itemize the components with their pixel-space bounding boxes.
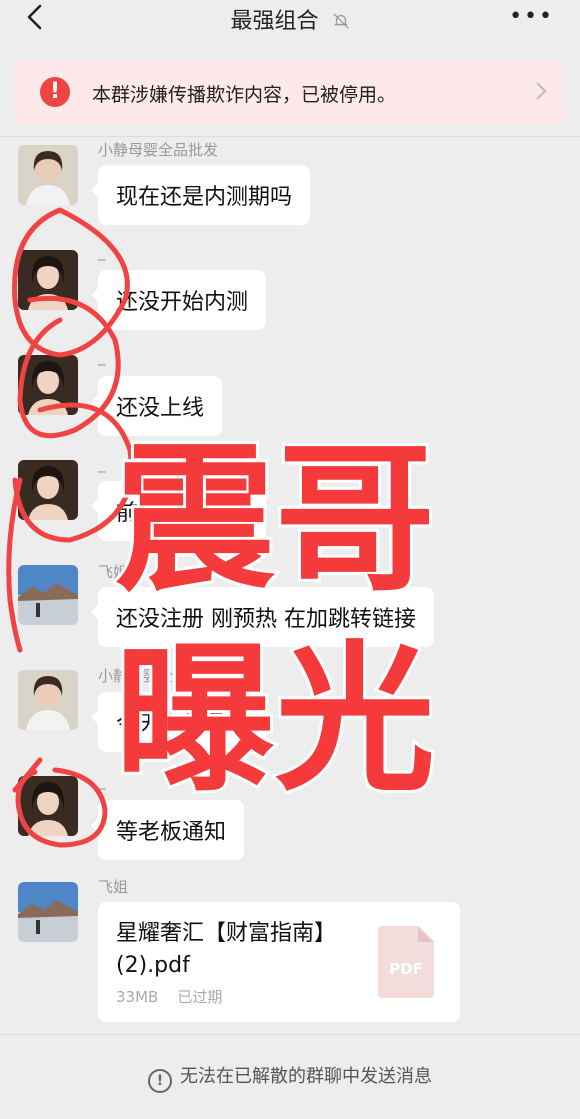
sender-name: 飞姐 [98,878,129,896]
message-bubble[interactable]: 还没开始内测 [90,270,267,330]
sender-name: _ [98,243,106,261]
chevron-right-icon [536,82,547,100]
pdf-badge: PDF [389,960,423,978]
more-options-icon[interactable]: ••• [509,4,554,29]
sender-name: _ [98,455,106,473]
group-disabled-alert[interactable]: ! 本群涉嫌传播欺诈内容，已被停用。 [14,60,566,124]
avatar[interactable] [18,145,78,205]
avatar[interactable] [18,882,78,942]
sender-name: _ [98,348,106,366]
avatar[interactable] [18,776,78,836]
file-size: 33MB [116,988,159,1006]
chat-title: 最强组合 [0,3,580,35]
avatar[interactable] [18,670,78,730]
alert-text: 本群涉嫌传播欺诈内容，已被停用。 [92,84,397,106]
avatar[interactable] [18,460,78,520]
overlay-stamp-line1: 震哥 [112,426,438,613]
disbanded-notice: ! 无法在已解散的群聊中发送消息 [0,1062,580,1093]
info-icon: ! [148,1069,172,1093]
chat-header: 最强组合 ••• [0,0,580,40]
file-meta: 33MB 已过期 [116,986,222,1007]
message-bubble[interactable]: 现在还是内测期吗 [90,165,311,225]
avatar[interactable] [18,250,78,310]
muted-bell-icon [332,13,349,29]
file-status: 已过期 [177,988,223,1006]
divider [0,136,580,137]
avatar[interactable] [18,355,78,415]
divider [0,1034,580,1035]
pdf-file-icon: PDF [378,926,434,998]
sender-name: _ [98,772,106,790]
file-name: 星耀奢汇【财富指南】(2).pdf [116,921,337,978]
avatar[interactable] [18,565,78,625]
chat-title-text: 最强组合 [230,9,319,34]
overlay-stamp-line2: 曝光 [112,626,438,813]
footer-text: 无法在已解散的群聊中发送消息 [180,1066,432,1087]
warning-icon: ! [40,77,70,107]
file-card[interactable]: 星耀奢汇【财富指南】(2).pdf 33MB 已过期 PDF [98,902,460,1022]
sender-name: 小静母婴全品批发 [98,141,219,159]
